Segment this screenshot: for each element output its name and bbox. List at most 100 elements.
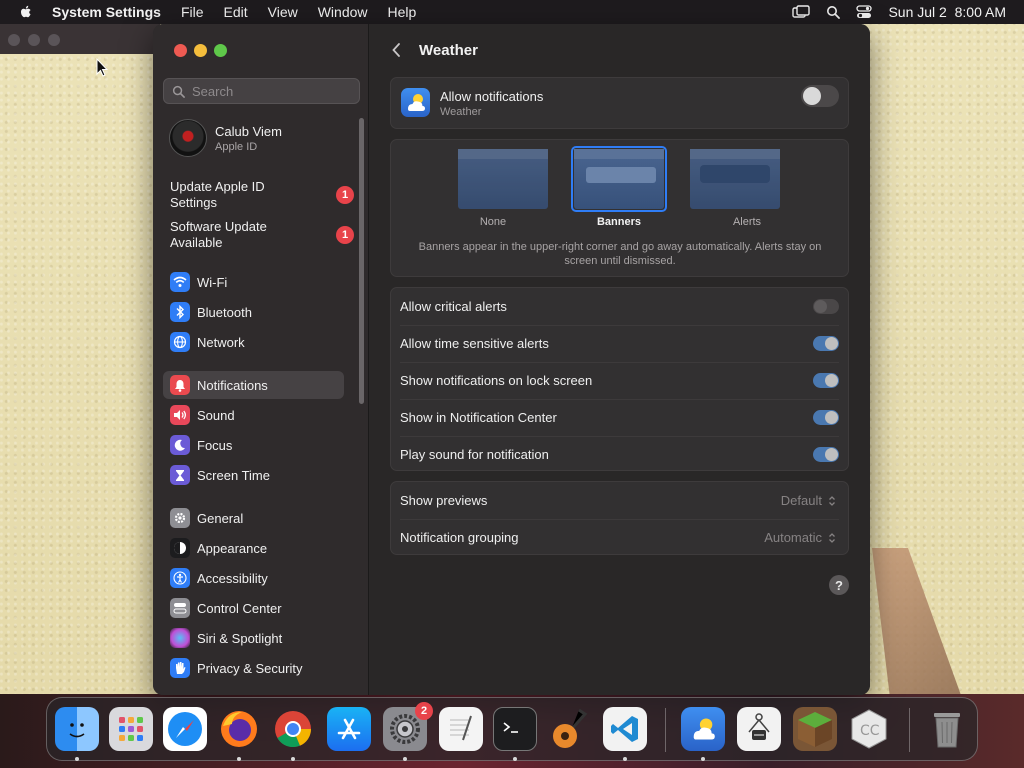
sidebar-item-screen-time[interactable]: Screen Time	[163, 461, 344, 489]
bg-close-dot	[8, 34, 20, 46]
menu-app-name[interactable]: System Settings	[52, 4, 161, 20]
zoom-button[interactable]	[214, 44, 227, 57]
chrome-icon[interactable]	[271, 707, 315, 751]
lock-screen-toggle[interactable]	[813, 373, 839, 388]
update-apple-id-badge: 1	[336, 186, 354, 204]
sidebar-item-wifi[interactable]: Wi-Fi	[163, 268, 344, 296]
background-window-titlebar	[0, 24, 160, 54]
sidebar-scrollbar[interactable]	[359, 118, 364, 404]
sidebar-item-label: Siri & Spotlight	[197, 630, 283, 646]
globe-icon	[170, 332, 190, 352]
vscode-icon[interactable]	[603, 707, 647, 751]
sidebar-item-sound[interactable]: Sound	[163, 401, 344, 429]
safari-icon[interactable]	[163, 707, 207, 751]
search-field[interactable]	[163, 78, 360, 104]
row-label: Notification grouping	[400, 530, 519, 545]
apple-id-account[interactable]: Calub Viem Apple ID	[169, 118, 349, 158]
apple-icon[interactable]	[18, 4, 34, 20]
play-sound-toggle[interactable]	[813, 447, 839, 462]
screen-mirroring-icon[interactable]	[792, 5, 811, 19]
account-name: Calub Viem	[215, 123, 282, 139]
menu-file[interactable]: File	[181, 4, 204, 20]
sidebar-item-label: General	[197, 510, 244, 526]
allow-notifications-card: Allow notifications Weather	[390, 77, 849, 129]
menu-help[interactable]: Help	[388, 4, 417, 20]
sidebar-item-label: Appearance	[197, 540, 268, 556]
menu-view[interactable]: View	[268, 4, 298, 20]
help-button[interactable]: ?	[829, 575, 849, 595]
app-store-icon[interactable]	[327, 707, 371, 751]
account-subtitle: Apple ID	[215, 140, 258, 153]
bg-zoom-dot	[48, 34, 60, 46]
launchpad-icon[interactable]	[109, 707, 153, 751]
allow-notifications-label: Allow notifications	[440, 89, 544, 104]
automator-icon[interactable]	[737, 707, 781, 751]
sidebar-item-general[interactable]: General	[163, 504, 344, 532]
control-center-icon[interactable]	[856, 5, 873, 19]
sidebar-item-control-center[interactable]: Control Center	[163, 594, 344, 622]
finder-icon[interactable]	[55, 707, 99, 751]
garageband-icon[interactable]	[547, 707, 591, 751]
bell-icon	[170, 375, 190, 395]
textedit-icon[interactable]	[439, 707, 483, 751]
sidebar-item-bluetooth[interactable]: Bluetooth	[163, 298, 344, 326]
notification-grouping-select[interactable]: Automatic	[764, 530, 836, 545]
notification-center-toggle[interactable]	[813, 410, 839, 425]
firefox-icon[interactable]	[217, 707, 261, 751]
sidebar-item-label: Sound	[197, 407, 235, 423]
minimize-button[interactable]	[194, 44, 207, 57]
sidebar-item-accessibility[interactable]: Accessibility	[163, 564, 344, 592]
back-button[interactable]	[388, 40, 404, 60]
terminal-icon[interactable]	[493, 707, 537, 751]
sidebar-item-label: Bluetooth	[197, 304, 252, 320]
sidebar-item-label: Focus	[197, 437, 233, 453]
update-apple-id-item[interactable]: Update Apple ID Settings 1	[170, 179, 354, 211]
menu-clock[interactable]: Sun Jul 2 8:00 AM	[888, 4, 1006, 20]
notification-grouping-value: Automatic	[764, 530, 822, 545]
sidebar-item-label: Network	[197, 334, 245, 350]
sidebar-item-network[interactable]: Network	[163, 328, 344, 356]
sidebar-item-siri-spotlight[interactable]: Siri & Spotlight	[163, 624, 344, 652]
menu-edit[interactable]: Edit	[224, 4, 248, 20]
trash-icon[interactable]	[925, 707, 969, 751]
close-button[interactable]	[174, 44, 187, 57]
time-sensitive-toggle[interactable]	[813, 336, 839, 351]
preview-grouping-card: Show previews Default Notification group…	[390, 481, 849, 555]
system-settings-badge: 2	[415, 702, 433, 720]
moon-icon	[170, 435, 190, 455]
chevron-up-down-icon	[829, 532, 835, 543]
sidebar-item-privacy-security[interactable]: Privacy & Security	[163, 654, 344, 682]
sidebar: Calub Viem Apple ID Update Apple ID Sett…	[153, 24, 369, 695]
sidebar-item-label: Accessibility	[197, 570, 268, 586]
minecraft-icon[interactable]	[793, 707, 837, 751]
sidebar-item-notifications[interactable]: Notifications	[163, 371, 344, 399]
software-update-item[interactable]: Software Update Available 1	[170, 219, 354, 251]
menu-window[interactable]: Window	[318, 4, 368, 20]
update-apple-id-label: Update Apple ID Settings	[170, 179, 265, 210]
show-previews-select[interactable]: Default	[781, 493, 836, 508]
style-option-alerts[interactable]: Alerts	[670, 140, 780, 235]
sidebar-item-appearance[interactable]: Appearance	[163, 534, 344, 562]
hand-icon	[170, 658, 190, 678]
search-icon	[172, 85, 185, 98]
style-option-none[interactable]: None	[438, 140, 548, 235]
weather-dock-icon[interactable]	[681, 707, 725, 751]
allow-notifications-sub: Weather	[440, 106, 482, 118]
row-notification-center: Show in Notification Center	[391, 399, 848, 436]
cc-app-icon[interactable]: CC	[847, 707, 891, 751]
sidebar-item-focus[interactable]: Focus	[163, 431, 344, 459]
sidebar-item-label: Notifications	[197, 377, 268, 393]
search-input[interactable]	[192, 83, 352, 99]
appearance-icon	[170, 538, 190, 558]
critical-alerts-toggle[interactable]	[813, 299, 839, 314]
sidebar-item-label: Control Center	[197, 600, 282, 616]
menu-bar: System Settings File Edit View Window He…	[0, 0, 1024, 24]
sidebar-item-label: Wi-Fi	[197, 274, 228, 290]
allow-notifications-toggle[interactable]	[801, 85, 839, 107]
control-center-icon	[170, 598, 190, 618]
speaker-icon	[170, 405, 190, 425]
row-lock-screen: Show notifications on lock screen	[391, 362, 848, 399]
style-option-banners[interactable]: Banners	[554, 140, 667, 235]
svg-text:CC: CC	[860, 723, 880, 739]
spotlight-search-icon[interactable]	[826, 5, 841, 19]
